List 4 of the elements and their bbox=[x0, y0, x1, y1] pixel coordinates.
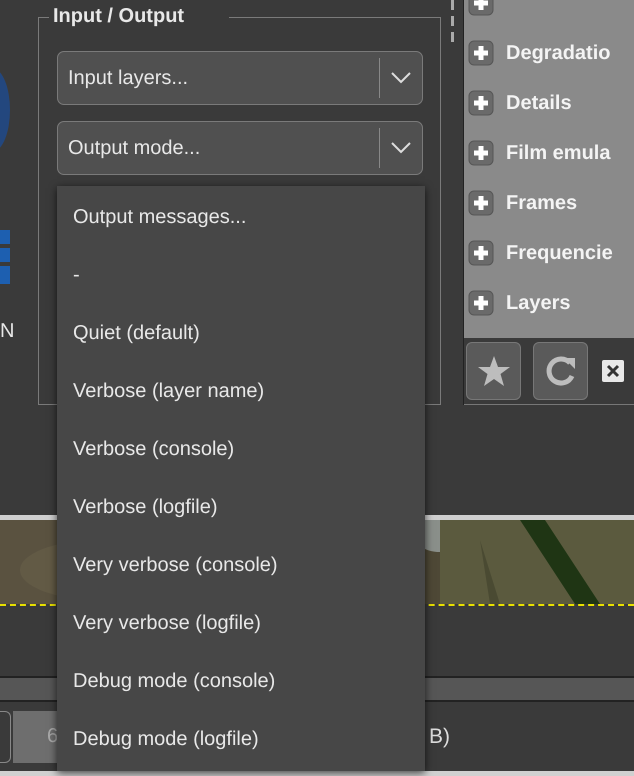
status-value: 6 bbox=[13, 710, 57, 762]
group-title: Input / Output bbox=[52, 4, 186, 29]
logo-text: N bbox=[0, 320, 16, 343]
status-text: B) bbox=[429, 724, 450, 748]
